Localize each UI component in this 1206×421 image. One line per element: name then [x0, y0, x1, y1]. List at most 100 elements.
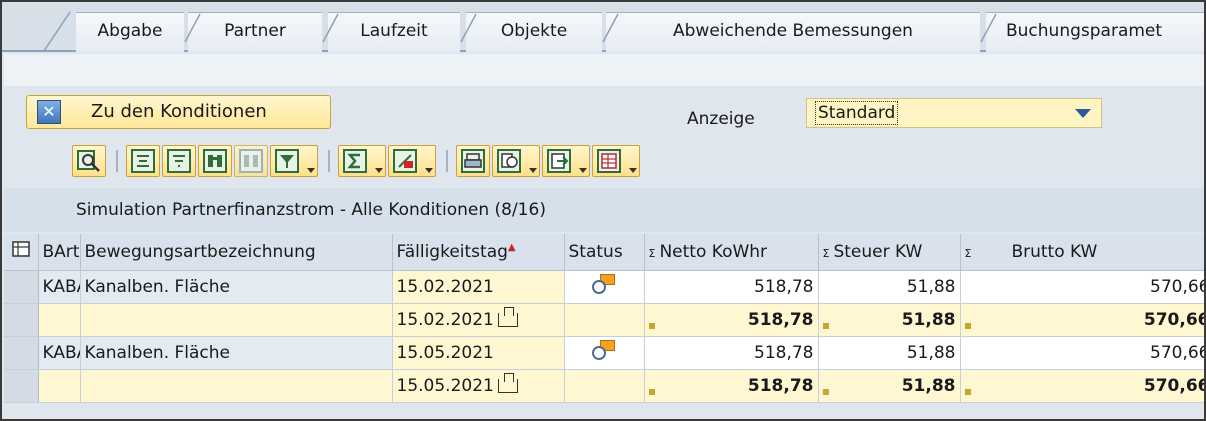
row-selector[interactable] — [4, 303, 39, 337]
dropdown-arrow-icon[interactable] — [425, 168, 433, 173]
total-marker-icon — [822, 388, 829, 395]
cell-faelligkeitstag: 15.05.2021 — [392, 336, 565, 370]
tab-strip: Abgabe Partner Laufzeit Objekte Abweiche… — [2, 2, 1204, 52]
header-label: Brutto KW — [1011, 241, 1098, 262]
column-header-netto[interactable]: Σ Netto KoWhr — [644, 234, 819, 271]
dropdown-arrow-icon[interactable] — [579, 168, 587, 173]
row-selector[interactable] — [4, 336, 39, 370]
subtotal-button[interactable] — [388, 145, 436, 177]
cell-bart — [38, 303, 81, 337]
zu-den-konditionen-button[interactable]: ✕ Zu den Konditionen — [26, 95, 331, 129]
alv-toolbar — [4, 140, 1204, 184]
cell-brutto: 570,66 — [960, 270, 1204, 304]
close-box-icon: ✕ — [37, 100, 61, 124]
filter-button[interactable] — [270, 145, 318, 177]
status-icon[interactable] — [592, 340, 616, 360]
views-icon — [497, 149, 521, 173]
subtotal-netto: 518,78 — [747, 309, 814, 330]
cell-bezeichnung — [80, 369, 393, 403]
cell-status[interactable] — [564, 270, 645, 304]
chevron-down-icon[interactable] — [1075, 109, 1091, 118]
views-button[interactable] — [492, 145, 540, 177]
find-next-button[interactable] — [234, 145, 268, 177]
table-row[interactable]: KABA Kanalben. Fläche 15.05.2021 518,78 … — [4, 336, 1204, 370]
select-all-cell[interactable] — [4, 234, 39, 271]
find-button[interactable] — [198, 145, 232, 177]
dropdown-arrow-icon[interactable] — [307, 168, 315, 173]
cell-brutto: 570,66 — [960, 369, 1206, 403]
magnifier-icon — [77, 150, 100, 172]
column-header-brutto[interactable]: Σ Brutto KW — [960, 234, 1204, 271]
anzeige-label: Anzeige — [687, 109, 755, 129]
total-marker-icon — [822, 322, 829, 329]
dropdown-arrow-icon[interactable] — [375, 168, 383, 173]
dropdown-arrow-icon[interactable] — [629, 168, 637, 173]
cell-status — [564, 369, 645, 403]
cell-bezeichnung: Kanalben. Fläche — [80, 270, 393, 304]
anzeige-dropdown[interactable]: Standard — [806, 98, 1102, 128]
column-header-bart[interactable]: BArt — [38, 234, 81, 271]
toolbar-separator — [328, 150, 330, 172]
binoculars-icon — [203, 149, 227, 173]
total-marker-icon — [964, 322, 971, 329]
header-label: BArt — [42, 241, 80, 262]
cell-steuer: 51,88 — [818, 369, 961, 403]
button-label: Zu den Konditionen — [91, 101, 267, 122]
sort-descending-button[interactable] — [162, 145, 196, 177]
cell-bezeichnung: Kanalben. Fläche — [80, 336, 393, 370]
cell-netto: 518,78 — [644, 303, 819, 337]
subtotal-icon — [497, 306, 518, 327]
sum-icon: Σ — [964, 246, 972, 260]
export-icon — [547, 149, 571, 173]
dropdown-arrow-icon[interactable] — [529, 168, 537, 173]
print-button[interactable] — [456, 145, 490, 177]
column-header-faelligkeitstag[interactable]: Fälligkeitstag▲ — [392, 234, 565, 271]
sort-ascending-button[interactable] — [126, 145, 160, 177]
sum-icon: Σ — [648, 246, 656, 260]
cell-faelligkeitstag: 15.02.2021 — [392, 303, 565, 337]
subtotal-brutto: 570,66 — [1143, 309, 1206, 330]
content-band — [4, 54, 1204, 86]
cell-netto: 518,78 — [644, 336, 819, 370]
row-selector[interactable] — [4, 270, 39, 304]
cell-steuer: 51,88 — [818, 270, 961, 304]
cell-bart: KABA — [38, 336, 81, 370]
header-label: Steuer KW — [833, 241, 923, 262]
layout-button[interactable] — [592, 145, 640, 177]
alv-grid: BArt Bewegungsartbezeichnung Fälligkeits… — [4, 234, 1206, 403]
toolbar-separator — [116, 150, 118, 172]
sigma-icon — [343, 149, 367, 173]
subtotal-icon — [393, 149, 417, 173]
total-marker-icon — [648, 322, 655, 329]
column-header-status[interactable]: Status — [564, 234, 645, 271]
details-button[interactable] — [72, 145, 106, 177]
total-button[interactable] — [338, 145, 386, 177]
subtotal-brutto: 570,66 — [1143, 375, 1206, 396]
cell-brutto: 570,66 — [960, 336, 1204, 370]
subtotal-icon — [497, 372, 518, 393]
subtotal-netto: 518,78 — [747, 375, 814, 396]
total-marker-icon — [648, 388, 655, 395]
table-header-row: BArt Bewegungsartbezeichnung Fälligkeits… — [4, 234, 1204, 271]
cell-steuer: 51,88 — [818, 336, 961, 370]
header-label: Bewegungsartbezeichnung — [84, 241, 316, 262]
anzeige-value: Standard — [815, 101, 899, 125]
status-icon[interactable] — [592, 274, 616, 294]
subtotal-row[interactable]: 15.02.2021 518,78 51,88 570,66 — [4, 303, 1206, 337]
select-all-icon — [12, 241, 30, 257]
cell-brutto: 570,66 — [960, 303, 1206, 337]
cell-status[interactable] — [564, 336, 645, 370]
subtotal-row[interactable]: 15.05.2021 518,78 51,88 570,66 — [4, 369, 1206, 403]
cell-bart: KABA — [38, 270, 81, 304]
column-header-steuer[interactable]: Σ Steuer KW — [818, 234, 961, 271]
export-button[interactable] — [542, 145, 590, 177]
total-marker-icon — [964, 388, 971, 395]
binoculars-plus-icon — [239, 149, 263, 173]
table-row[interactable]: KABA Kanalben. Fläche 15.02.2021 518,78 … — [4, 270, 1204, 304]
column-header-bezeichnung[interactable]: Bewegungsartbezeichnung — [80, 234, 393, 271]
layout-grid-icon — [597, 149, 621, 173]
data-table: BArt Bewegungsartbezeichnung Fälligkeits… — [4, 234, 1206, 403]
cell-faelligkeitstag: 15.05.2021 — [392, 369, 565, 403]
row-selector[interactable] — [4, 369, 39, 403]
subtotal-steuer: 51,88 — [901, 309, 956, 330]
